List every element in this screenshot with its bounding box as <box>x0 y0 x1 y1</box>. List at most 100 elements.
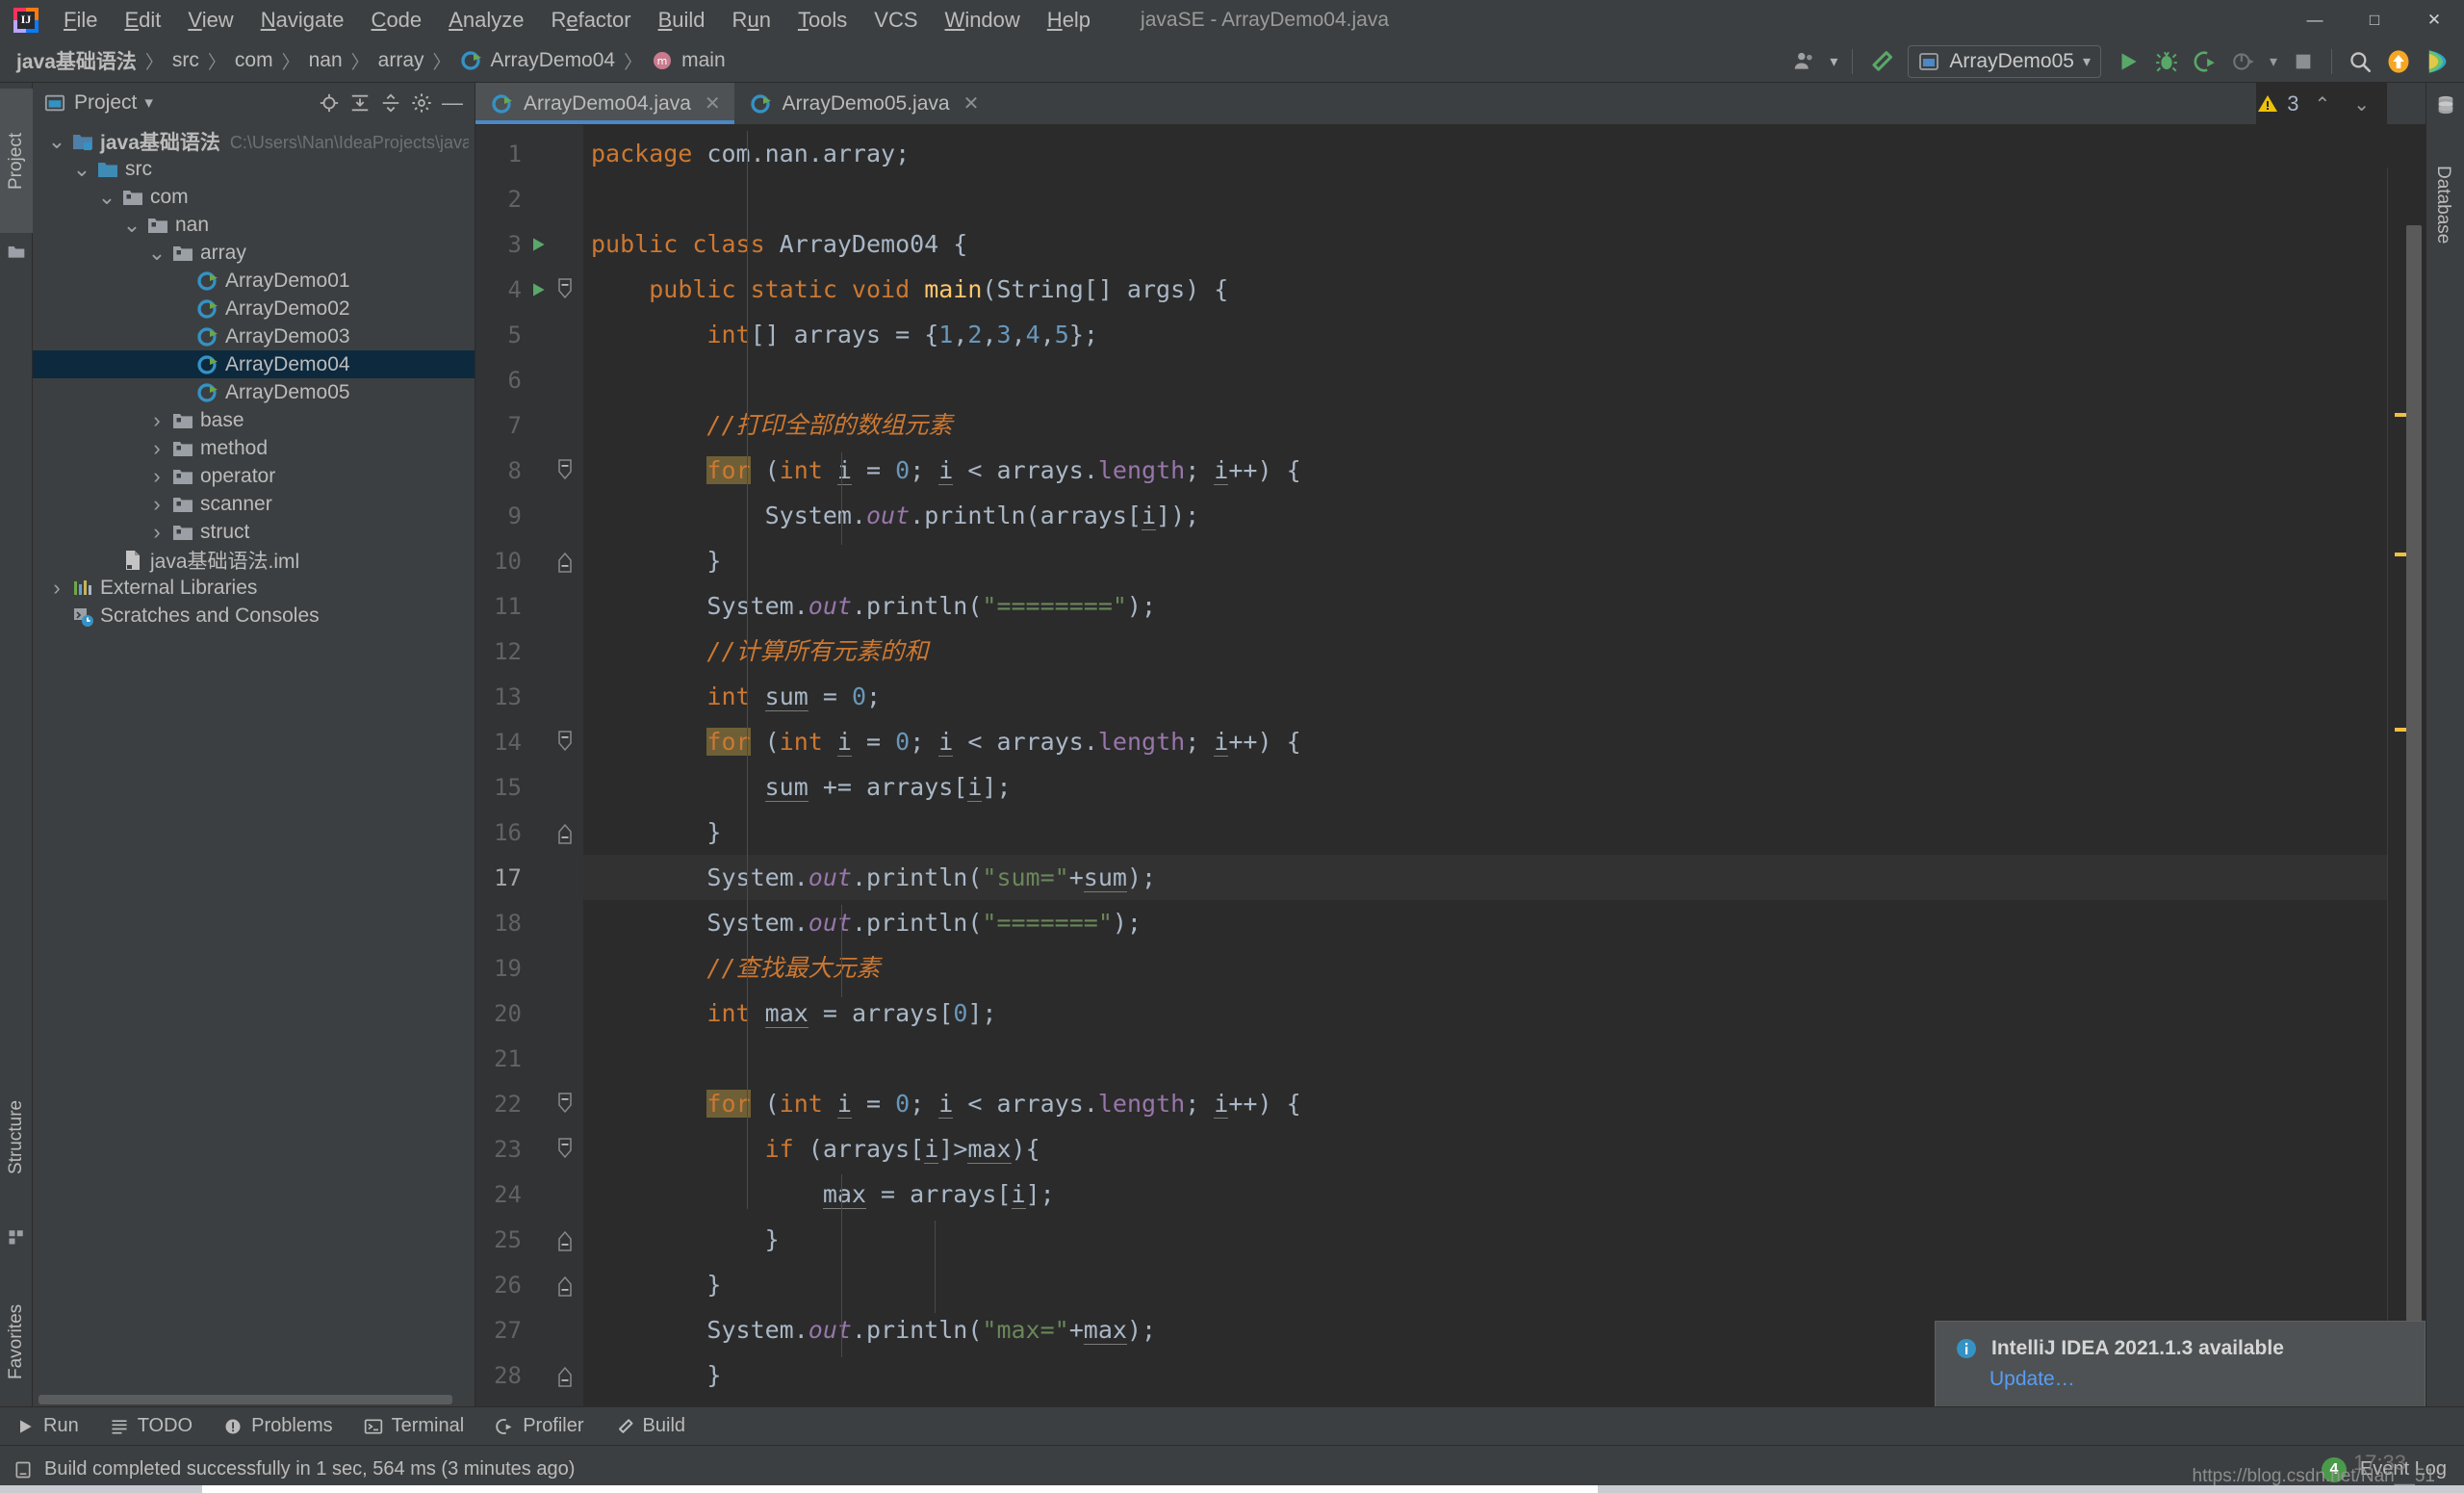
next-problem-icon[interactable]: ⌄ <box>2346 92 2377 116</box>
tool-window-button-profiler[interactable]: Profiler <box>479 1407 599 1446</box>
tree-node-arraydemo01[interactable]: ArrayDemo01 <box>33 267 475 295</box>
code-line[interactable] <box>583 357 2426 402</box>
tree-node-operator[interactable]: › operator <box>33 462 475 490</box>
fold-end-icon[interactable] <box>551 1363 579 1388</box>
gutter-line[interactable]: 9 <box>475 493 583 538</box>
menu-item-analyze[interactable]: Analyze <box>435 6 537 35</box>
sidebar-item-database[interactable]: Database <box>2426 125 2459 284</box>
breadcrumb-item-src[interactable]: src <box>166 46 206 75</box>
code-line[interactable]: sum += arrays[i]; <box>583 764 2426 810</box>
gutter-line[interactable]: 5 <box>475 312 583 357</box>
fold-end-icon[interactable] <box>551 820 579 845</box>
previous-problem-icon[interactable]: ⌃ <box>2306 92 2338 116</box>
code-line[interactable]: public class ArrayDemo04 { <box>583 221 2426 267</box>
chevron-down-icon[interactable]: ▾ <box>144 93 153 113</box>
user-icon[interactable] <box>1785 42 1824 81</box>
gutter-line[interactable]: 28 <box>475 1352 583 1398</box>
fold-end-icon[interactable] <box>551 1273 579 1298</box>
tree-node-struct[interactable]: › struct <box>33 518 475 546</box>
chevron-down-icon[interactable]: ▾ <box>2263 42 2284 81</box>
chevron-down-icon[interactable]: ⌄ <box>69 157 94 182</box>
gutter-run-icon[interactable] <box>526 235 551 254</box>
chevron-down-icon[interactable]: ▾ <box>2083 52 2091 71</box>
gutter-line[interactable]: 13 <box>475 674 583 719</box>
menu-item-view[interactable]: View <box>174 6 246 35</box>
code-line[interactable]: } <box>583 1262 2426 1307</box>
gutter-line[interactable]: 22 <box>475 1081 583 1126</box>
tool-window-button-todo[interactable]: TODO <box>94 1407 208 1446</box>
gutter-line[interactable]: 27 <box>475 1307 583 1352</box>
tool-window-button-terminal[interactable]: Terminal <box>348 1407 480 1446</box>
run-button[interactable] <box>2109 42 2147 81</box>
menu-item-refactor[interactable]: Refactor <box>537 6 644 35</box>
analysis-scrollbar[interactable] <box>2387 167 2426 1414</box>
stop-button[interactable] <box>2284 42 2323 81</box>
gutter-line[interactable]: 24 <box>475 1171 583 1217</box>
code-line[interactable] <box>583 176 2426 221</box>
menu-item-file[interactable]: File <box>50 6 111 35</box>
breadcrumb-item-array[interactable]: array <box>372 46 431 75</box>
run-with-coverage-button[interactable] <box>2186 42 2224 81</box>
search-everywhere-icon[interactable] <box>2341 42 2379 81</box>
code-line[interactable]: //查找最大元素 <box>583 945 2426 991</box>
gutter-line[interactable]: 25 <box>475 1217 583 1262</box>
chevron-right-icon[interactable]: › <box>144 436 169 461</box>
code-line[interactable]: //打印全部的数组元素 <box>583 402 2426 448</box>
code-line[interactable]: System.out.println(arrays[i]); <box>583 493 2426 538</box>
gutter-line[interactable]: 19 <box>475 945 583 991</box>
gutter-line[interactable]: 20 <box>475 991 583 1036</box>
tool-window-button-build[interactable]: Build <box>600 1407 701 1446</box>
chevron-down-icon[interactable]: ▾ <box>1824 42 1843 81</box>
code-line[interactable]: System.out.println("======="); <box>583 900 2426 945</box>
close-tab-icon[interactable]: ✕ <box>963 91 980 116</box>
code-line[interactable]: int max = arrays[0]; <box>583 991 2426 1036</box>
code-line[interactable]: int sum = 0; <box>583 674 2426 719</box>
tool-window-button-run[interactable]: Run <box>0 1407 94 1446</box>
tree-node-arraydemo05[interactable]: ArrayDemo05 <box>33 378 475 406</box>
menu-item-build[interactable]: Build <box>645 6 719 35</box>
code-line[interactable]: //计算所有元素的和 <box>583 629 2426 674</box>
gutter-line[interactable]: 6 <box>475 357 583 402</box>
project-horizontal-scrollbar[interactable] <box>38 1395 452 1404</box>
editor-gutter[interactable]: 1 2 3 4 5 6 7 8 9 10 11 12 13 14 15 16 17 18 19 20 21 22 23 24 2… <box>475 125 583 1434</box>
code-line[interactable]: for (int i = 0; i < arrays.length; i++) … <box>583 448 2426 493</box>
gutter-line[interactable]: 18 <box>475 900 583 945</box>
gutter-line[interactable]: 1 <box>475 131 583 176</box>
close-button[interactable]: ✕ <box>2404 0 2464 39</box>
update-available-icon[interactable] <box>2379 42 2418 81</box>
hide-panel-icon[interactable]: — <box>438 89 467 117</box>
chevron-down-icon[interactable]: ⌄ <box>144 241 169 266</box>
tree-node-scanner[interactable]: › scanner <box>33 490 475 518</box>
fold-collapse-icon[interactable] <box>551 1137 579 1162</box>
editor-tab-arraydemo05-java[interactable]: ArrayDemo05.java ✕ <box>734 83 993 124</box>
profile-button[interactable] <box>2224 42 2263 81</box>
gutter-line[interactable]: 7 <box>475 402 583 448</box>
gutter-line[interactable]: 23 <box>475 1126 583 1171</box>
menu-item-vcs[interactable]: VCS <box>860 6 931 35</box>
editor-tab-arraydemo04-java[interactable]: ArrayDemo04.java ✕ <box>475 83 734 124</box>
inspection-widget[interactable]: 3 ⌃ ⌄ <box>2256 83 2387 125</box>
gutter-line[interactable]: 8 <box>475 448 583 493</box>
code-line[interactable]: System.out.println("sum="+sum); <box>583 855 2426 900</box>
breadcrumb-item-arraydemo04[interactable]: ArrayDemo04 <box>453 46 623 75</box>
tree-node-arraydemo03[interactable]: ArrayDemo03 <box>33 322 475 350</box>
tree-node-nan[interactable]: ⌄ nan <box>33 211 475 239</box>
gutter-line[interactable]: 12 <box>475 629 583 674</box>
gutter-line[interactable]: 2 <box>475 176 583 221</box>
breadcrumb-item-com[interactable]: com <box>228 46 280 75</box>
ide-features-trainer-icon[interactable] <box>2418 42 2456 81</box>
collapse-all-icon[interactable] <box>376 89 405 117</box>
tree-node-src[interactable]: ⌄ src <box>33 155 475 183</box>
minimize-button[interactable]: — <box>2285 0 2345 39</box>
debug-button[interactable] <box>2147 42 2186 81</box>
tree-node-scratches-and-consoles[interactable]: Scratches and Consoles <box>33 602 475 630</box>
breadcrumb-item-nan[interactable]: nan <box>302 46 349 75</box>
chevron-down-icon[interactable]: ⌄ <box>119 213 144 238</box>
code-line[interactable]: } <box>583 810 2426 855</box>
gutter-line[interactable]: 26 <box>475 1262 583 1307</box>
tree-node-array[interactable]: ⌄ array <box>33 239 475 267</box>
tool-window-button-problems[interactable]: Problems <box>208 1407 347 1446</box>
menu-item-edit[interactable]: Edit <box>111 6 174 35</box>
gutter-line[interactable]: 14 <box>475 719 583 764</box>
menu-item-window[interactable]: Window <box>932 6 1034 35</box>
